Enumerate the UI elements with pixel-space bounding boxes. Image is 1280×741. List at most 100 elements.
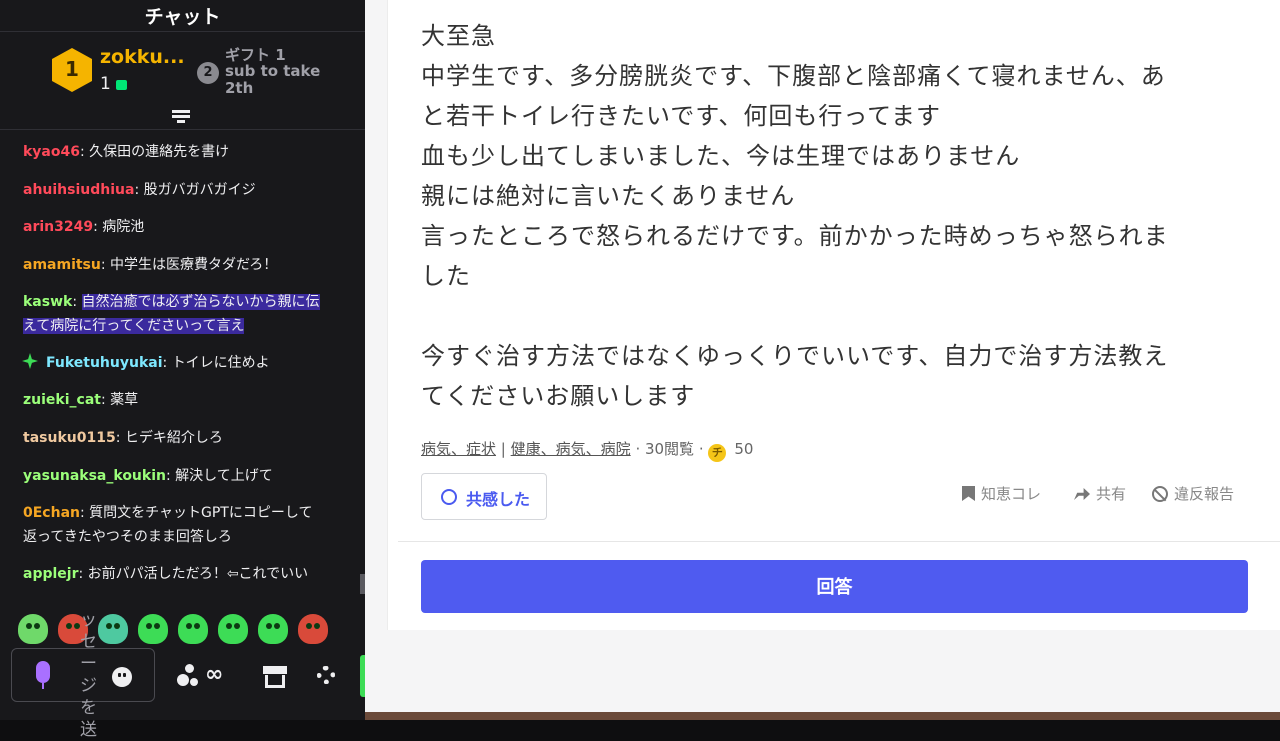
chat-message: 0Echan: 質問文をチャットGPTにコピーして 返ってきたやつそのまま回答し…: [23, 505, 313, 545]
chat-message: zuieki_cat: 薬草: [23, 392, 139, 408]
rank-1-badge: 1: [52, 48, 92, 92]
chat-message: Fuketuhuyukai: トイレに住めよ: [22, 351, 343, 375]
view-count: · 30閲覧 ·: [635, 440, 704, 458]
question-line: した: [421, 262, 471, 290]
chat-text: お前パパ活しただろ！⇦これでいい: [87, 566, 309, 582]
collapse-icon[interactable]: [172, 110, 192, 126]
category-separator: |: [500, 440, 506, 458]
mic-icon[interactable]: [36, 661, 50, 683]
gear-icon[interactable]: [317, 666, 335, 684]
emote-icon[interactable]: [138, 614, 168, 644]
emote-icon[interactable]: [18, 614, 48, 644]
report-button[interactable]: 違反報告: [1152, 483, 1234, 504]
chat-text: 股ガバガバガイジ: [143, 182, 256, 198]
question-line: てくださいお願いします: [421, 382, 696, 410]
chat-title: チャット: [144, 6, 221, 28]
chat-text: トイレに住めよ: [171, 355, 270, 371]
chat-username[interactable]: yasunaksa_koukin: [23, 468, 166, 484]
chat-username[interactable]: Fuketuhuyukai: [46, 355, 163, 371]
chat-text: 質問文をチャットGPTにコピーして: [89, 505, 313, 521]
category-link[interactable]: 病気、症状: [421, 440, 496, 458]
question-blank-line: [421, 296, 1251, 336]
chat-text: 久保田の連絡先を書け: [89, 144, 230, 160]
bookmark-button[interactable]: 知恵コレ: [962, 483, 1041, 504]
chat-text: 中学生は医療費タダだろ！: [110, 257, 278, 273]
gem-icon: [116, 80, 127, 90]
leader-name: zokku...: [100, 46, 185, 68]
question-line: 今すぐ治す方法ではなくゆっくりでいいです、自力で治す方法教え: [421, 342, 1169, 370]
section-divider: [398, 541, 1280, 542]
chat-message: arin3249: 病院池: [23, 219, 145, 235]
leader-sub-label: sub to take: [225, 62, 321, 80]
question-line: 親には絶対に言いたくありません: [421, 182, 796, 210]
bookmark-icon: [962, 486, 975, 501]
chat-message: kaswk: 自然治癒では必ず治らないから親に伝 えて病院に行ってくださいって言…: [23, 294, 320, 334]
chat-message: applejr: お前パパ活しただろ！⇦これでいい: [23, 566, 309, 582]
chat-message: kyao46: 久保田の連絡先を書け: [23, 144, 230, 160]
chat-username[interactable]: arin3249: [23, 219, 93, 235]
rank-2-badge: 2: [197, 62, 219, 84]
share-icon: [1074, 488, 1090, 500]
chat-header: チャット: [0, 0, 365, 32]
question-card: 大至急 中学生です、多分膀胱炎です、下腹部と陰部痛くて寝れません、あ と若干トイ…: [387, 0, 1280, 630]
chat-username[interactable]: amamitsu: [23, 257, 101, 273]
chat-text-highlight: えて病院に行ってくださいって言え: [23, 318, 245, 334]
chat-username[interactable]: tasuku0115: [23, 430, 116, 446]
emote-icon[interactable]: [218, 614, 248, 644]
chat-panel: チャット 1 zokku... 1 2 ギフト 1 sub to take 2t…: [0, 0, 365, 740]
chat-username[interactable]: 0Echan: [23, 505, 80, 521]
chat-text: 病院池: [102, 219, 145, 235]
chat-message: tasuku0115: ヒデキ紹介しろ: [23, 430, 223, 446]
category-link[interactable]: 健康、病気、病院: [511, 440, 631, 458]
chat-username[interactable]: zuieki_cat: [23, 392, 101, 408]
emote-icon[interactable]: [298, 614, 328, 644]
chat-username[interactable]: ahuihsiudhiua: [23, 182, 134, 198]
question-line: 言ったところで怒られるだけです。前かかった時めっちゃ怒られま: [421, 222, 1169, 250]
chat-bottom-bar: ッセージを送 ∞: [0, 610, 365, 740]
answer-button[interactable]: 回答: [421, 560, 1248, 613]
empathy-button[interactable]: 共感した: [421, 473, 547, 520]
share-label: 共有: [1096, 485, 1127, 503]
leaderboard-first[interactable]: 1 zokku... 1: [50, 44, 190, 100]
question-line: 血も少し出てしまいました、今は生理ではありません: [421, 142, 1021, 170]
bits-icon[interactable]: [177, 664, 203, 688]
sparkle-icon: [22, 353, 38, 369]
chat-text-highlight: 自然治癒では必ず治らないから親に伝: [81, 294, 320, 310]
chat-input-placeholder: ッセージを送: [80, 610, 97, 740]
question-panel: 大至急 中学生です、多分膀胱炎です、下腹部と陰部痛くて寝れません、あ と若干トイ…: [365, 0, 1280, 720]
coin-icon: チ: [708, 444, 727, 462]
chat-text: 返ってきたやつそのまま回答しろ: [23, 529, 232, 545]
chat-username[interactable]: kaswk: [23, 294, 72, 310]
chat-input[interactable]: ッセージを送: [11, 610, 155, 740]
emote-bar: [16, 612, 346, 646]
leader-count: 1: [100, 74, 111, 94]
question-meta: 病気、症状 | 健康、病気、病院 · 30閲覧 · チ 50: [421, 438, 753, 462]
chat-divider: [0, 129, 365, 130]
question-line: 大至急: [421, 22, 496, 50]
question-body: 大至急 中学生です、多分膀胱炎です、下腹部と陰部痛くて寝れません、あ と若干トイ…: [421, 16, 1251, 416]
bookmark-label: 知恵コレ: [981, 485, 1042, 503]
smile-icon: [441, 489, 457, 505]
answer-label: 回答: [816, 577, 853, 598]
chat-text: ヒデキ紹介しろ: [124, 430, 223, 446]
chat-message: amamitsu: 中学生は医療費タダだろ！: [23, 257, 278, 273]
chat-message: ahuihsiudhiua: 股ガバガバガイジ: [23, 182, 256, 198]
question-line: と若干トイレ行きたいです、何回も行ってます: [421, 102, 941, 130]
leaderboard-second[interactable]: 2 ギフト 1 sub to take 2th: [197, 44, 357, 100]
chat-username[interactable]: kyao46: [23, 144, 80, 160]
smile-icon[interactable]: [112, 667, 132, 687]
report-icon: [1152, 486, 1168, 502]
share-button[interactable]: 共有: [1074, 483, 1126, 504]
emote-icon[interactable]: [178, 614, 208, 644]
coin-count: 50: [734, 440, 754, 458]
leader-rank-label: 2th: [225, 79, 254, 97]
store-icon[interactable]: [263, 666, 287, 688]
chat-message: yasunaksa_koukin: 解決して上げて: [23, 468, 273, 484]
infinity-icon[interactable]: ∞: [205, 662, 223, 687]
chat-username[interactable]: applejr: [23, 566, 79, 582]
empathy-label: 共感した: [466, 490, 531, 509]
chat-text: 解決して上げて: [175, 468, 273, 484]
video-strip: [365, 712, 1280, 720]
emote-icon[interactable]: [258, 614, 288, 644]
emote-icon[interactable]: [98, 614, 128, 644]
